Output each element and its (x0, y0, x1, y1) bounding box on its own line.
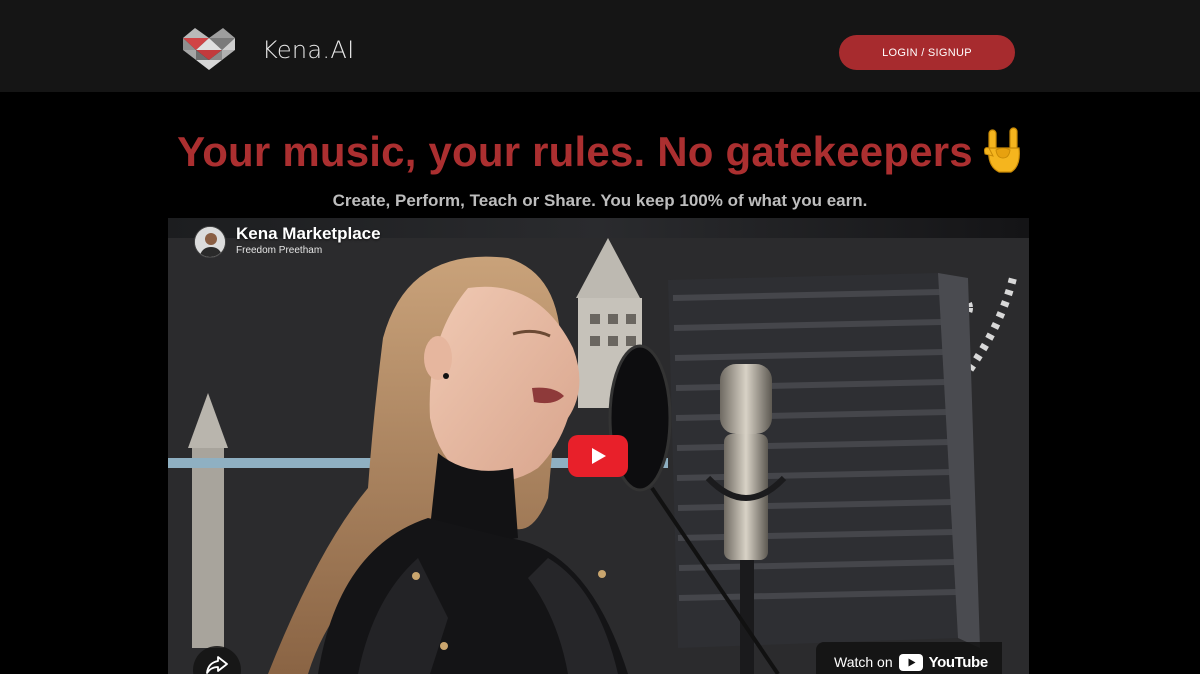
hero-headline-text: Your music, your rules. No gatekeepers (177, 128, 973, 175)
video-embed[interactable]: Kena Marketplace Freedom Preetham Watch … (168, 218, 1029, 674)
watch-on-label: Watch on (834, 654, 893, 670)
brand-name[interactable]: Kena.AI (262, 36, 354, 64)
share-icon (206, 656, 228, 674)
video-title[interactable]: Kena Marketplace (236, 224, 381, 244)
site-header: Kena.AI LOGIN / SIGNUP (0, 0, 1200, 92)
play-icon (592, 448, 606, 464)
kena-logo-icon[interactable] (181, 26, 237, 72)
channel-avatar[interactable] (194, 226, 226, 258)
youtube-wordmark: YouTube (928, 653, 989, 671)
watch-on-youtube-link[interactable]: Watch on YouTube (816, 642, 1002, 674)
sign-of-horns-emoji-icon (983, 126, 1023, 174)
hero-subheadline: Create, Perform, Teach or Share. You kee… (332, 191, 868, 210)
hero-headline: Your music, your rules. No gatekeepers (0, 126, 1200, 176)
play-button[interactable] (568, 435, 628, 477)
youtube-icon (898, 653, 923, 671)
channel-name[interactable]: Freedom Preetham (236, 245, 322, 256)
login-signup-button[interactable]: LOGIN / SIGNUP (839, 35, 1015, 70)
